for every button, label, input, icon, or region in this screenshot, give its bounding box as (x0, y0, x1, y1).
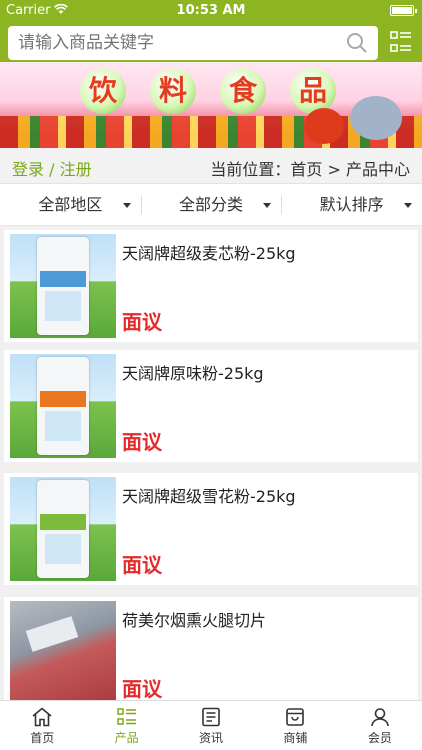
banner-char: 品 (290, 68, 336, 114)
tab-label: 资讯 (199, 731, 224, 745)
user-icon (371, 708, 389, 727)
news-icon (202, 707, 220, 727)
product-name: 天阔牌原味粉-25kg (122, 364, 264, 383)
product-image (10, 601, 116, 705)
tab-label: 会员 (367, 731, 392, 745)
tab-label: 首页 (30, 731, 55, 745)
banner[interactable]: 饮 料 食 品 (0, 62, 422, 148)
search-icon[interactable] (346, 32, 368, 54)
clock: 10:53 AM (176, 3, 246, 18)
tab-label: 商铺 (283, 731, 308, 745)
product-name: 天阔牌超级雪花粉-25kg (122, 487, 296, 506)
product-price: 面议 (122, 310, 162, 334)
home-icon (32, 707, 52, 727)
shop-icon (286, 708, 305, 726)
tab-home[interactable]: 首页 (0, 701, 84, 750)
product-image (10, 234, 116, 338)
caret-down-icon (263, 203, 272, 208)
battery-icon (390, 5, 417, 16)
filter-bar: 全部地区 全部分类 默认排序 (0, 184, 422, 226)
product-image (10, 477, 116, 581)
filter-sort[interactable]: 默认排序 (281, 184, 422, 225)
product-price: 面议 (122, 553, 162, 577)
banner-char: 料 (150, 68, 196, 114)
breadcrumb-bar: 登录 / 注册 当前位置：首页 > 产品中心 (0, 148, 422, 184)
search-input[interactable] (8, 26, 328, 60)
header: Carrier 10:53 AM (0, 0, 422, 62)
filter-region-label: 全部地区 (38, 195, 103, 214)
filter-sort-label: 默认排序 (319, 195, 384, 214)
banner-char: 食 (220, 68, 266, 114)
product-name: 荷美尔烟熏火腿切片 (122, 611, 267, 630)
tab-products[interactable]: 产品 (84, 701, 168, 750)
product-item[interactable]: 天阔牌超级雪花粉-25kg 面议 (4, 473, 418, 585)
tab-member[interactable]: 会员 (338, 701, 422, 750)
tab-news[interactable]: 资讯 (169, 701, 253, 750)
banner-food-image (350, 96, 402, 140)
product-image (10, 354, 116, 458)
menu-list-icon[interactable] (390, 30, 412, 54)
breadcrumb: 当前位置：首页 > 产品中心 (210, 160, 410, 179)
banner-char: 饮 (80, 68, 126, 114)
product-item[interactable]: 天阔牌超级麦芯粉-25kg 面议 (4, 230, 418, 342)
product-item[interactable]: 荷美尔烟熏火腿切片 面议 (4, 597, 418, 709)
banner-food-image (304, 108, 344, 144)
product-name: 天阔牌超级麦芯粉-25kg (122, 244, 296, 263)
caret-down-icon (404, 203, 413, 208)
filter-category[interactable]: 全部分类 (140, 184, 282, 225)
filter-region[interactable]: 全部地区 (0, 184, 141, 225)
filter-category-label: 全部分类 (179, 195, 244, 214)
status-bar: Carrier 10:53 AM (0, 0, 422, 20)
grid-list-icon (116, 708, 136, 725)
login-register-link[interactable]: 登录 / 注册 (12, 156, 92, 180)
product-price: 面议 (122, 430, 162, 454)
tab-shop[interactable]: 商铺 (253, 701, 337, 750)
product-price: 面议 (122, 677, 162, 701)
search-bar[interactable] (8, 26, 378, 60)
tab-bar: 首页 产品 资讯 商铺 会员 (0, 700, 422, 750)
caret-down-icon (122, 203, 131, 208)
tab-label: 产品 (114, 731, 139, 745)
product-item[interactable]: 天阔牌原味粉-25kg 面议 (4, 350, 418, 462)
